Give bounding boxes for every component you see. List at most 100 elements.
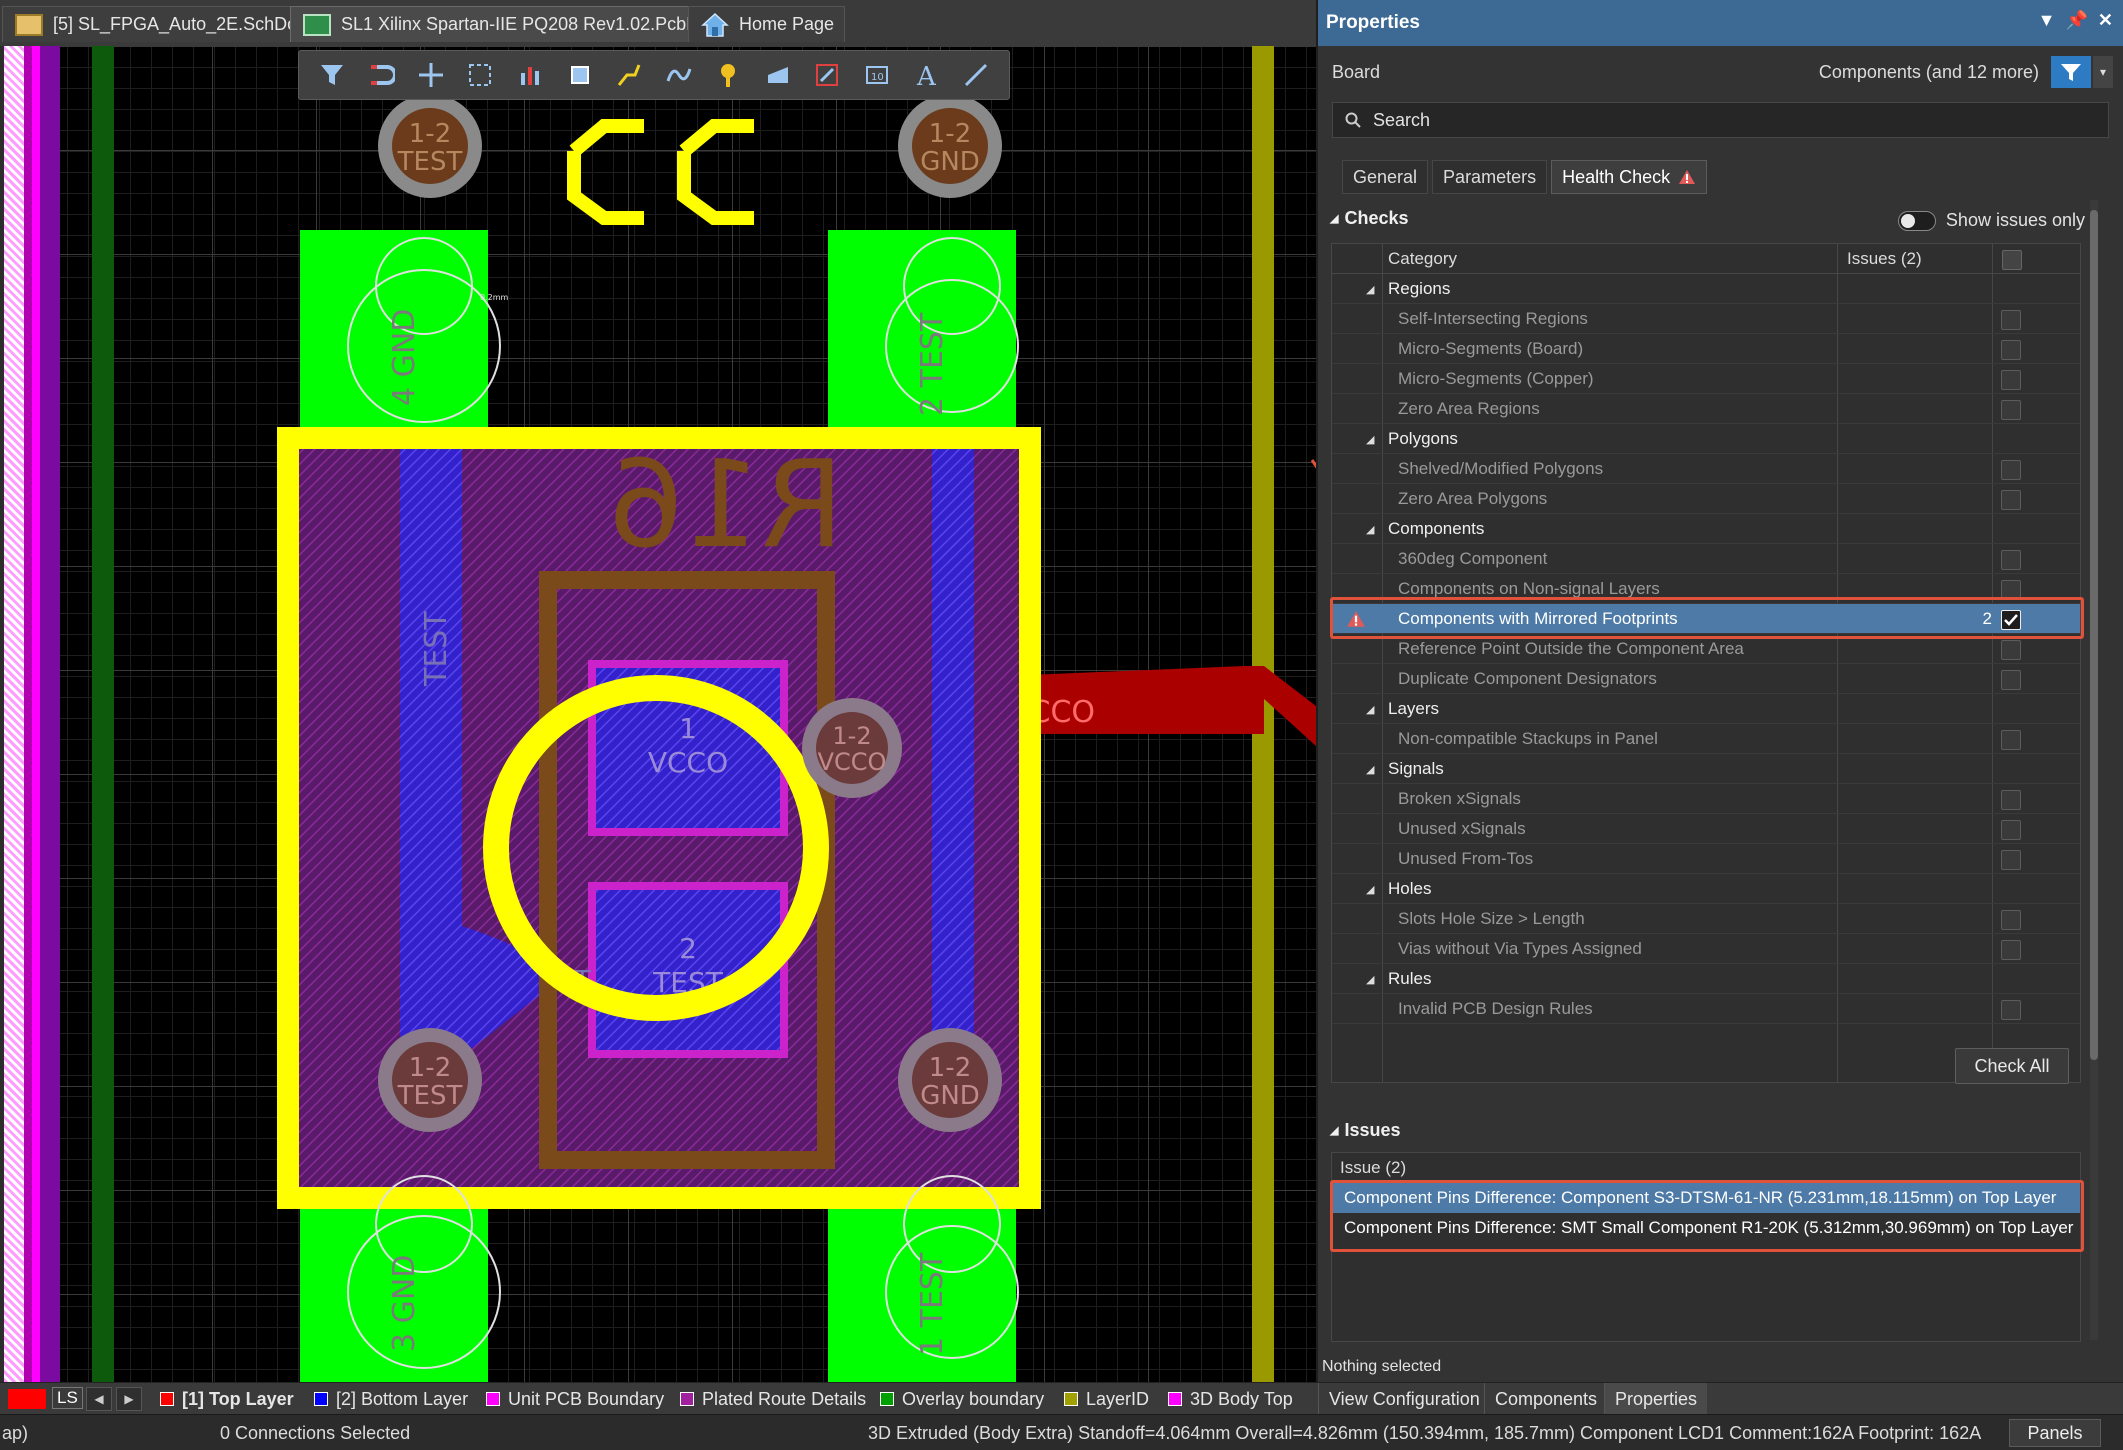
select-all-checkbox[interactable] (2002, 250, 2022, 270)
check-checkbox[interactable] (2001, 820, 2021, 840)
check-row[interactable]: Slots Hole Size > Length (1332, 904, 2080, 934)
tab-parameters[interactable]: Parameters (1432, 160, 1548, 194)
check-checkbox[interactable] (2001, 370, 2021, 390)
issues-section-header[interactable]: ◢ Issues (1330, 1120, 1401, 1141)
current-layer-swatch[interactable] (8, 1389, 46, 1409)
diff-pair-icon[interactable] (659, 56, 699, 94)
tab-components[interactable]: Components (1484, 1383, 1607, 1415)
check-checkbox[interactable] (2001, 490, 2021, 510)
check-row[interactable]: Zero Area Regions (1332, 394, 2080, 424)
check-checkbox[interactable] (2001, 460, 2021, 480)
category-row[interactable]: ◢ Polygons (1332, 424, 2080, 454)
home-icon (701, 12, 729, 37)
check-checkbox[interactable] (2001, 790, 2021, 810)
check-row[interactable]: Unused From-Tos (1332, 844, 2080, 874)
layer-tab-bottom[interactable]: [2] Bottom Layer (314, 1387, 468, 1411)
line-icon[interactable] (956, 56, 996, 94)
filter-button[interactable] (2051, 56, 2091, 88)
check-row[interactable]: Micro-Segments (Copper) (1332, 364, 2080, 394)
checks-section-header[interactable]: ◢ Checks (1330, 208, 1409, 229)
interactive-route-icon[interactable] (609, 56, 649, 94)
layer-set-button[interactable]: LS (52, 1387, 83, 1409)
component-icon[interactable] (560, 56, 600, 94)
show-issues-only-toggle[interactable] (1897, 210, 1936, 231)
category-row[interactable]: ◢ Layers (1332, 694, 2080, 724)
category-row[interactable]: ◢ Regions (1332, 274, 2080, 304)
check-label: Reference Point Outside the Component Ar… (1398, 639, 1744, 658)
pin-icon[interactable] (708, 56, 748, 94)
check-row[interactable]: Unused xSignals (1332, 814, 2080, 844)
search-input[interactable]: Search (1332, 102, 2109, 138)
crosshair-icon[interactable] (411, 56, 451, 94)
check-checkbox[interactable] (2001, 730, 2021, 750)
polygon-icon[interactable] (807, 56, 847, 94)
tab-properties[interactable]: Properties (1604, 1383, 1708, 1415)
check-all-button[interactable]: Check All (1955, 1048, 2069, 1084)
layer-color-swatch (880, 1392, 894, 1406)
layer-scroll-left[interactable]: ◀ (86, 1387, 112, 1411)
route-magnet-icon[interactable] (361, 56, 401, 94)
check-checkbox[interactable] (2001, 640, 2021, 660)
panels-button[interactable]: Panels (2009, 1419, 2101, 1447)
check-checkbox[interactable] (2001, 910, 2021, 930)
grid-header: Category Issues (2) (1332, 244, 2080, 274)
check-row[interactable]: Self-Intersecting Regions (1332, 304, 2080, 334)
select-rect-icon[interactable] (460, 56, 500, 94)
check-checkbox[interactable] (2001, 340, 2021, 360)
check-row[interactable]: Micro-Segments (Board) (1332, 334, 2080, 364)
close-icon[interactable]: ✕ (2098, 10, 2113, 31)
layer-tab-layerid[interactable]: LayerID (1064, 1387, 1149, 1411)
text-icon[interactable]: A (907, 56, 947, 94)
scrollbar-thumb[interactable] (2090, 210, 2098, 1060)
dimension-icon[interactable]: 10 (857, 56, 897, 94)
check-checkbox[interactable] (2001, 550, 2021, 570)
category-row[interactable]: ◢ Components (1332, 514, 2080, 544)
layer-tab-top[interactable]: [1] Top Layer (160, 1387, 294, 1411)
check-row[interactable]: Zero Area Polygons (1332, 484, 2080, 514)
check-checkbox[interactable] (2001, 310, 2021, 330)
tab-home[interactable]: Home Page (688, 6, 846, 42)
layer-scroll-right[interactable]: ▶ (116, 1387, 142, 1411)
check-row[interactable]: Non-compatible Stackups in Panel (1332, 724, 2080, 754)
check-label: Unused From-Tos (1398, 849, 1534, 868)
pad-label: 2 TEST (915, 312, 950, 416)
layer-tab-plated-route[interactable]: Plated Route Details (680, 1387, 866, 1411)
check-checkbox[interactable] (2001, 670, 2021, 690)
layer-tab-overlay-boundary[interactable]: Overlay boundary (880, 1387, 1044, 1411)
check-row[interactable]: Duplicate Component Designators (1332, 664, 2080, 694)
silkscreen-glyph (677, 119, 754, 225)
panel-scrollbar[interactable] (2090, 200, 2098, 1340)
pcb-canvas[interactable]: VCCO R16 1 VCCO 2 TEST TEST ST 1-2 TEST … (4, 46, 1316, 1382)
tab-schematic[interactable]: [5] SL_FPGA_Auto_2E.SchDoc (2, 6, 318, 42)
check-label: Zero Area Regions (1398, 399, 1540, 418)
category-row[interactable]: ◢ Holes (1332, 874, 2080, 904)
category-row[interactable]: ◢ Signals (1332, 754, 2080, 784)
check-checkbox[interactable] (2001, 400, 2021, 420)
pin-panel-icon[interactable]: 📌 (2065, 10, 2087, 31)
layer-tab-bar: LS ◀ ▶ [1] Top Layer [2] Bottom Layer Un… (0, 1382, 2123, 1415)
bar-chart-icon[interactable] (510, 56, 550, 94)
check-row[interactable]: Shelved/Modified Polygons (1332, 454, 2080, 484)
via-top-right: 1-2 GND (898, 94, 1002, 198)
check-checkbox[interactable] (2001, 940, 2021, 960)
tab-general[interactable]: General (1342, 160, 1429, 194)
layer-tab-unit-boundary[interactable]: Unit PCB Boundary (486, 1387, 664, 1411)
altium-window: [5] SL_FPGA_Auto_2E.SchDoc SL1 Xilinx Sp… (0, 0, 2123, 1450)
layer-tab-3d-body[interactable]: 3D Body Top (1168, 1387, 1293, 1411)
tab-pcb[interactable]: SL1 Xilinx Spartan-IIE PQ208 Rev1.02.Pcb… (290, 6, 730, 42)
check-checkbox[interactable] (2001, 850, 2021, 870)
fill-icon[interactable] (758, 56, 798, 94)
check-row[interactable]: Invalid PCB Design Rules (1332, 994, 2080, 1024)
collapse-arrow-icon: ◢ (1366, 284, 1375, 296)
chevron-down-icon[interactable]: ▼ (2038, 10, 2056, 31)
check-row[interactable]: Vias without Via Types Assigned (1332, 934, 2080, 964)
tab-health-check[interactable]: Health Check (1551, 160, 1708, 194)
object-selector-row: Board Components (and 12 more) ▾ (1318, 46, 2123, 98)
tab-view-configuration[interactable]: View Configuration (1318, 1383, 1490, 1415)
check-checkbox[interactable] (2001, 1000, 2021, 1020)
filter-icon[interactable] (312, 56, 352, 94)
check-row[interactable]: 360deg Component (1332, 544, 2080, 574)
filter-dropdown-arrow[interactable]: ▾ (2093, 56, 2113, 88)
check-row[interactable]: Broken xSignals (1332, 784, 2080, 814)
category-row[interactable]: ◢ Rules (1332, 964, 2080, 994)
